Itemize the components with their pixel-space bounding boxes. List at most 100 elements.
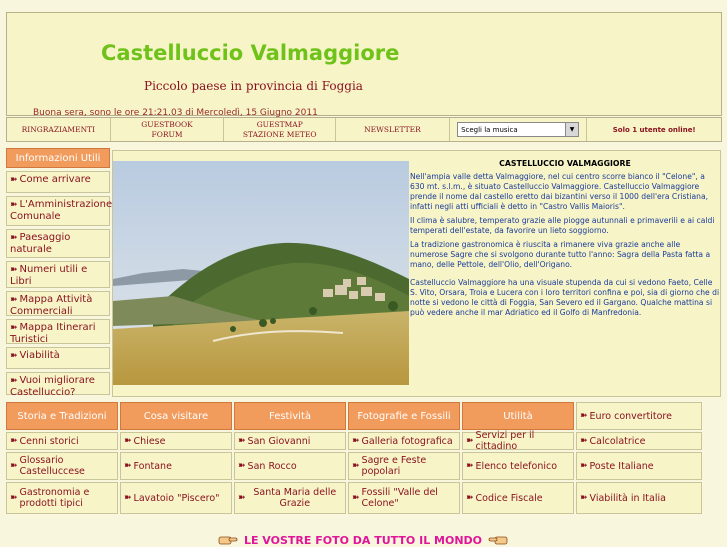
link-euro-convertitore[interactable]: ➽ Euro convertitore xyxy=(576,402,702,430)
arrow-right-icon: ➽ xyxy=(124,435,132,446)
arrow-right-icon: ➽ xyxy=(10,492,18,503)
sidebar-item-viabilita[interactable]: ➽ Viabilità xyxy=(6,347,110,369)
col-header: Cosa visitare xyxy=(120,402,232,430)
sidebar-item-numeri-utili[interactable]: ➽ Numeri utili e Libri xyxy=(6,261,110,288)
nav-newsletter[interactable]: NEWSLETTER xyxy=(336,118,450,141)
nav-guestbook[interactable]: GUESTBOOK xyxy=(141,120,192,130)
link-codice-fiscale[interactable]: ➽ Codice Fiscale xyxy=(462,482,574,514)
sidebar-item-label: Come arrivare xyxy=(19,174,91,185)
link-label: Santa Maria delle Grazie xyxy=(253,487,337,509)
arrow-right-icon: ➽ xyxy=(124,460,132,471)
link-galleria[interactable]: ➽ Galleria fotografica xyxy=(348,432,460,450)
link-label: Servizi per il cittadino xyxy=(475,430,535,452)
arrow-right-icon: ➽ xyxy=(352,492,360,503)
arrow-right-icon: ➽ xyxy=(10,295,18,305)
menu-col-fotografie: Fotografie e Fossili ➽ Galleria fotografi… xyxy=(348,402,460,516)
link-label: Cenni storici xyxy=(19,435,79,447)
link-label: Chiese xyxy=(133,435,166,447)
arrow-right-icon: ➽ xyxy=(10,435,18,446)
music-select[interactable]: Scegli la musica ▼ xyxy=(457,122,580,137)
link-gastronomia[interactable]: ➽ Gastronomia e prodotti tipici xyxy=(6,482,118,514)
link-label: San Giovanni xyxy=(247,435,311,447)
link-fossili[interactable]: ➽ Fossili "Valle del Celone" xyxy=(348,482,460,514)
link-label: Elenco telefonico xyxy=(475,460,558,472)
sidebar-header: Informazioni Utili xyxy=(6,148,110,168)
menu-col-festivita: Festività ➽ San Giovanni ➽ San Rocco ➽ Sant… xyxy=(234,402,346,516)
nav-forum[interactable]: FORUM xyxy=(152,130,183,140)
main-panel: CASTELLUCCIO VALMAGGIORE Nell'ampia vall… xyxy=(112,150,721,397)
link-label: Poste Italiane xyxy=(589,460,654,472)
link-label: Gastronomia e prodotti tipici xyxy=(19,487,90,509)
link-label: Calcolatrice xyxy=(589,435,646,447)
link-chiese[interactable]: ➽ Chiese xyxy=(120,432,232,450)
site-subtitle: Piccolo paese in provincia di Foggia xyxy=(144,79,363,93)
link-label: Fontane xyxy=(133,460,172,472)
link-label: Codice Fiscale xyxy=(475,492,543,504)
link-san-rocco[interactable]: ➽ San Rocco xyxy=(234,452,346,480)
sidebar-info: Informazioni Utili ➽ Come arrivare ➽ L'Amm… xyxy=(6,148,113,398)
chevron-down-icon[interactable]: ▼ xyxy=(565,123,579,136)
arrow-right-icon: ➽ xyxy=(10,351,18,361)
sidebar-item-label: Paesaggio naturale xyxy=(10,232,71,255)
site-header: Castelluccio Valmaggiore Piccolo paese i… xyxy=(6,12,722,118)
online-users-count: Solo 1 utente online! xyxy=(612,125,696,134)
link-label: Fossili "Valle del Celone" xyxy=(361,487,438,509)
landscape-photo xyxy=(113,161,409,385)
link-viabilita-italia[interactable]: ➽ Viabilità in Italia xyxy=(576,482,702,514)
nav-guestbook-forum: GUESTBOOK FORUM xyxy=(111,118,225,141)
link-elenco-telefonico[interactable]: ➽ Elenco telefonico xyxy=(462,452,574,480)
nav-meteo[interactable]: STAZIONE METEO xyxy=(243,130,317,140)
sidebar-item-label: Numeri utili e Libri xyxy=(10,264,88,287)
link-cenni-storici[interactable]: ➽ Cenni storici xyxy=(6,432,118,450)
link-lavatoio[interactable]: ➽ Lavatoio "Piscero" xyxy=(120,482,232,514)
pointing-hand-icon xyxy=(218,536,238,545)
article: CASTELLUCCIO VALMAGGIORE Nell'ampia vall… xyxy=(410,159,720,322)
nav-newsletter-label: NEWSLETTER xyxy=(364,124,421,134)
arrow-right-icon: ➽ xyxy=(10,200,18,210)
arrow-right-icon: ➽ xyxy=(10,175,18,185)
arrow-right-icon: ➽ xyxy=(10,460,18,471)
arrow-right-icon: ➽ xyxy=(10,376,18,386)
nav-guestmap[interactable]: GUESTMAP xyxy=(257,120,303,130)
sidebar-item-label: L'Amministrazione Comunale xyxy=(10,199,113,222)
article-paragraph: Il clima è salubre, temperato grazie all… xyxy=(410,216,715,235)
link-san-giovanni[interactable]: ➽ San Giovanni xyxy=(234,432,346,450)
article-paragraph: Nell'ampia valle detta Valmaggiore, nel … xyxy=(410,172,709,211)
sidebar-item-paesaggio[interactable]: ➽ Paesaggio naturale xyxy=(6,229,110,258)
arrow-right-icon: ➽ xyxy=(352,460,360,471)
col-header: Fotografie e Fossili xyxy=(348,402,460,430)
link-label: Euro convertitore xyxy=(589,410,672,422)
bottom-menu: Storia e Tradizioni ➽ Cenni storici ➽ Glos… xyxy=(6,402,722,516)
link-santa-maria[interactable]: ➽ Santa Maria delle Grazie xyxy=(234,482,346,514)
link-sagre[interactable]: ➽ Sagre e Feste popolari xyxy=(348,452,460,480)
col-header: Utilità xyxy=(462,402,574,430)
menu-col-utilita: Utilità ➽ Servizi per il cittadino ➽ Elenc… xyxy=(462,402,574,516)
sidebar-item-amministrazione[interactable]: ➽ L'Amministrazione Comunale xyxy=(6,196,113,226)
link-glossario[interactable]: ➽ Glossario Castelluccese xyxy=(6,452,118,480)
article-paragraph: Castelluccio Valmaggiore ha una visuale … xyxy=(410,278,720,317)
link-fontane[interactable]: ➽ Fontane xyxy=(120,452,232,480)
nav-ringraziamenti-label: RINGRAZIAMENTI xyxy=(21,124,96,134)
online-cell: Solo 1 utente online! xyxy=(587,118,721,141)
sidebar-item-come-arrivare[interactable]: ➽ Come arrivare xyxy=(6,171,110,193)
top-navbar: RINGRAZIAMENTI GUESTBOOK FORUM GUESTMAP … xyxy=(6,117,722,142)
arrow-right-icon: ➽ xyxy=(238,492,246,503)
link-label: Glossario Castelluccese xyxy=(19,455,85,477)
article-title: CASTELLUCCIO VALMAGGIORE xyxy=(499,159,631,168)
menu-col-storia: Storia e Tradizioni ➽ Cenni storici ➽ Glos… xyxy=(6,402,118,516)
sidebar-item-migliorare[interactable]: ➽ Vuoi migliorare Castelluccio? xyxy=(6,372,110,398)
link-label: Galleria fotografica xyxy=(361,435,453,447)
arrow-right-icon: ➽ xyxy=(238,460,246,471)
sidebar-item-mappa-attivita[interactable]: ➽ Mappa Attività Commerciali xyxy=(6,291,110,317)
link-poste-italiane[interactable]: ➽ Poste Italiane xyxy=(576,452,702,480)
link-label: San Rocco xyxy=(247,460,297,472)
arrow-right-icon: ➽ xyxy=(124,492,132,503)
link-calcolatrice[interactable]: ➽ Calcolatrice xyxy=(576,432,702,450)
col-header: Storia e Tradizioni xyxy=(6,402,118,430)
link-label: Sagre e Feste popolari xyxy=(361,455,427,477)
link-servizi[interactable]: ➽ Servizi per il cittadino xyxy=(462,430,574,452)
nav-ringraziamenti[interactable]: RINGRAZIAMENTI xyxy=(7,118,111,141)
sidebar-item-mappa-itinerari[interactable]: ➽ Mappa Itinerari Turistici xyxy=(6,319,110,345)
col-header: Festività xyxy=(234,402,346,430)
link-label: Lavatoio "Piscero" xyxy=(133,492,220,504)
